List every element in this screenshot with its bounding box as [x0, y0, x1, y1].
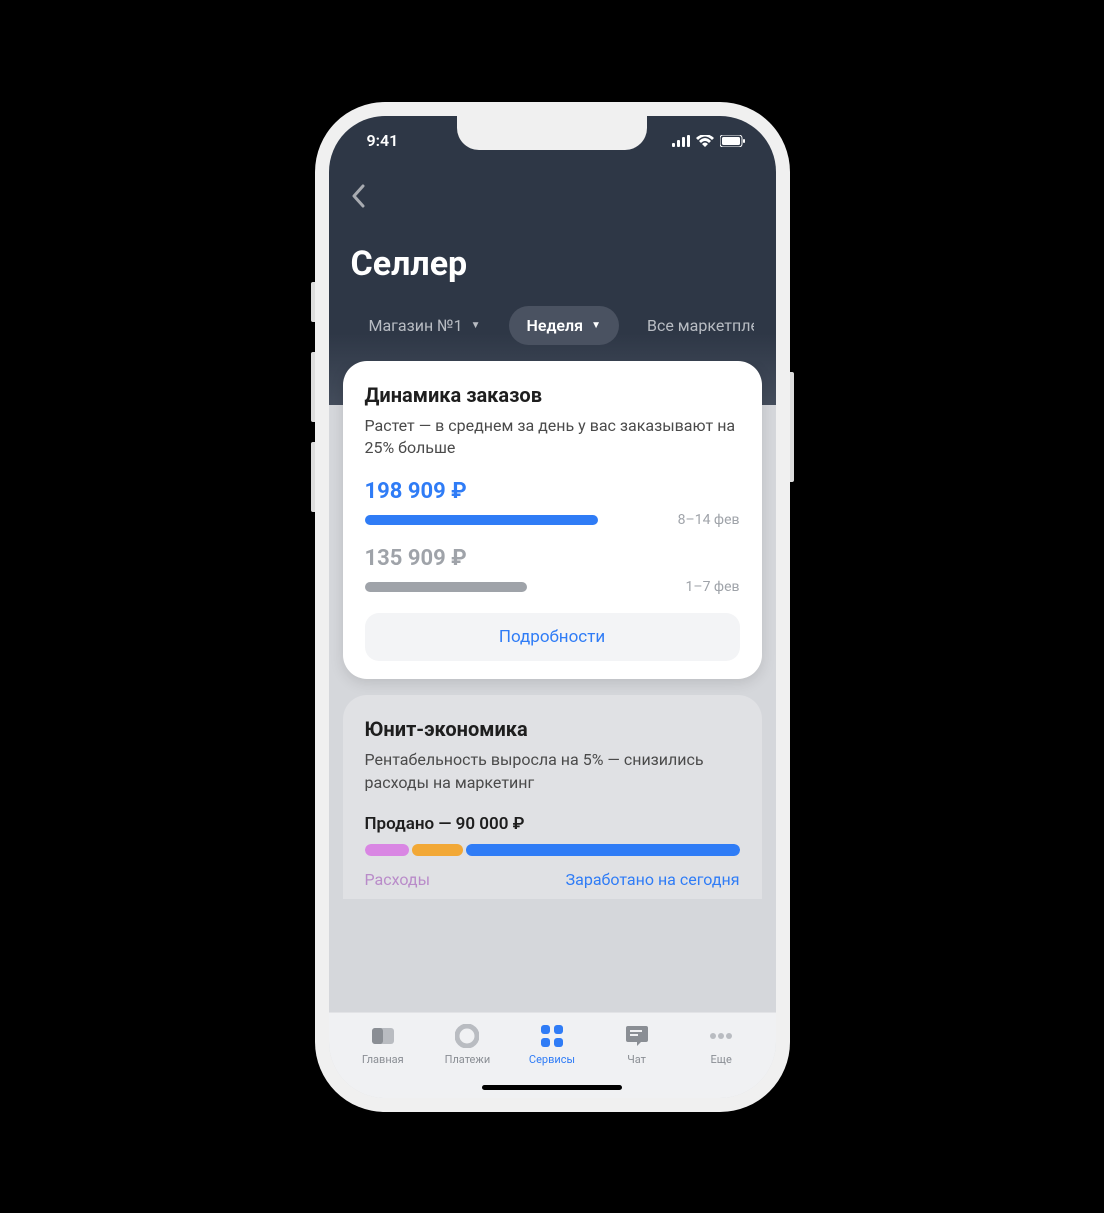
bar-fill-current	[365, 515, 598, 525]
bar-fill-previous	[365, 582, 528, 592]
dots-icon	[708, 1023, 734, 1049]
card-description: Растет — в среднем за день у вас заказыв…	[365, 415, 740, 460]
tab-services[interactable]: Сервисы	[510, 1023, 595, 1066]
tab-label: Сервисы	[529, 1053, 575, 1066]
tab-chat[interactable]: Чат	[594, 1023, 679, 1066]
legend-earned: Заработано на сегодня	[566, 870, 740, 889]
metric-previous: 135 909 ₽ 1–7 фев	[365, 546, 740, 595]
tab-label: Чат	[627, 1053, 646, 1066]
phone-side-button	[790, 372, 794, 482]
chip-label: Неделя	[527, 316, 584, 335]
card-unit-economics: Юнит-экономика Рентабельность выросла на…	[343, 695, 762, 899]
bar-row-previous: 1–7 фев	[365, 579, 740, 595]
card-title: Юнит-экономика	[365, 717, 740, 741]
tab-home[interactable]: Главная	[341, 1023, 426, 1066]
tab-more[interactable]: Еще	[679, 1023, 764, 1066]
battery-icon	[720, 135, 746, 147]
chip-marketplaces[interactable]: Все маркетплей	[629, 306, 754, 345]
bar-period-previous: 1–7 фев	[686, 579, 740, 595]
bar-row-current: 8–14 фев	[365, 512, 740, 528]
phone-frame: 9:41 Селлер Магазин №1 ▼ Неделя ▼	[315, 102, 790, 1112]
bar-period-current: 8–14 фев	[678, 512, 740, 528]
segment-orange	[412, 844, 464, 856]
home-indicator[interactable]	[482, 1085, 622, 1090]
legend-expenses: Расходы	[365, 870, 431, 889]
details-button[interactable]: Подробности	[365, 613, 740, 661]
legend-row: Расходы Заработано на сегодня	[365, 870, 740, 889]
bar-track	[365, 515, 664, 525]
chevron-down-icon: ▼	[471, 320, 481, 331]
page-title: Селлер	[351, 244, 754, 284]
back-icon[interactable]	[351, 184, 365, 208]
chip-period[interactable]: Неделя ▼	[509, 306, 619, 345]
metric-value-previous: 135 909 ₽	[365, 546, 740, 571]
bar-track	[365, 582, 672, 592]
phone-side-button	[311, 282, 315, 322]
phone-notch	[457, 116, 647, 150]
tab-payments[interactable]: Платежи	[425, 1023, 510, 1066]
chip-label: Все маркетплей	[647, 316, 754, 335]
circle-icon	[454, 1023, 480, 1049]
status-time: 9:41	[367, 131, 399, 150]
sold-value: 90 000 ₽	[456, 814, 525, 834]
phone-side-button	[311, 442, 315, 512]
tab-label: Главная	[362, 1053, 404, 1066]
phone-side-button	[311, 352, 315, 422]
screen: 9:41 Селлер Магазин №1 ▼ Неделя ▼	[329, 116, 776, 1098]
tab-label: Еще	[711, 1053, 732, 1066]
chat-icon	[624, 1023, 650, 1049]
filter-chips: Магазин №1 ▼ Неделя ▼ Все маркетплей	[351, 306, 754, 345]
chevron-down-icon: ▼	[591, 320, 601, 331]
card-orders-dynamics: Динамика заказов Растет — в среднем за д…	[343, 361, 762, 680]
sold-label: Продано — 90 000 ₽	[365, 814, 740, 834]
grid-icon	[539, 1023, 565, 1049]
status-icons	[672, 135, 746, 147]
back-row	[351, 176, 754, 216]
tab-label: Платежи	[445, 1053, 491, 1066]
stacked-bar	[365, 844, 740, 856]
metric-current: 198 909 ₽ 8–14 фев	[365, 479, 740, 528]
segment-blue	[466, 844, 739, 856]
segment-pink	[365, 844, 409, 856]
content: Динамика заказов Растет — в среднем за д…	[329, 361, 776, 1012]
home-icon	[370, 1023, 396, 1049]
wifi-icon	[696, 135, 714, 147]
card-title: Динамика заказов	[365, 383, 740, 407]
signal-icon	[672, 135, 690, 147]
chip-shop[interactable]: Магазин №1 ▼	[351, 306, 499, 345]
chip-label: Магазин №1	[369, 316, 463, 335]
sold-label-text: Продано —	[365, 814, 452, 834]
card-description: Рентабельность выросла на 5% — снизились…	[365, 749, 740, 794]
metric-value-current: 198 909 ₽	[365, 479, 740, 504]
